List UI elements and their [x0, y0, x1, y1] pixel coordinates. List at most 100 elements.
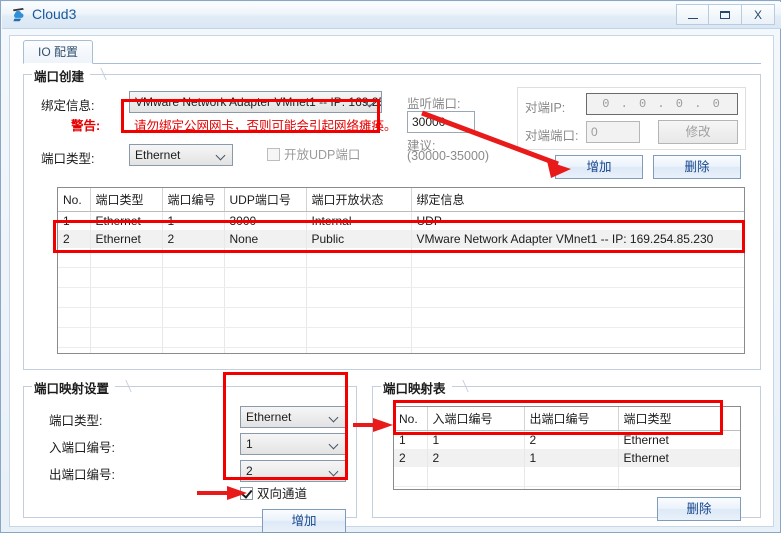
table-row[interactable]: 1 Ethernet 1 3000 Internal UDP: [58, 211, 744, 230]
window-title: Cloud3: [32, 6, 77, 22]
table-row-empty: [58, 248, 744, 268]
port-table-col-no: No.: [58, 188, 91, 212]
tab-strip: IO 配置: [23, 40, 761, 64]
out-port-combo[interactable]: 2: [240, 460, 346, 482]
binding-info-label: 绑定信息:: [41, 99, 95, 113]
mapping-delete-button[interactable]: 删除: [657, 497, 741, 521]
peer-ip-label: 对端IP:: [525, 101, 566, 115]
window-controls: X: [676, 4, 775, 25]
tab-io-config[interactable]: IO 配置: [23, 40, 94, 64]
udp-port-checkbox-label: 开放UDP端口: [284, 148, 361, 162]
cell-out: 1: [524, 449, 619, 467]
chevron-down-icon: [217, 152, 225, 157]
cell-type: Ethernet: [90, 211, 163, 230]
binding-info-combo[interactable]: VMware Network Adapter VMnet1 -- IP: 169…: [129, 91, 382, 113]
port-creation-group: 端口创建 绑定信息: VMware Network Adapter VMnet1…: [23, 66, 761, 370]
checkbox-box: [240, 487, 253, 500]
cell-no: 2: [58, 230, 91, 248]
table-row-empty: [58, 267, 744, 288]
modify-button[interactable]: 修改: [658, 120, 738, 144]
bidirectional-checkbox[interactable]: 双向通道: [240, 487, 307, 501]
mapping-col-no: No.: [394, 407, 428, 431]
warning-label: 警告:: [71, 119, 101, 133]
cell-state: Internal: [306, 211, 412, 230]
port-table-col-type: 端口类型: [90, 188, 163, 212]
suggest-range: (30000-35000): [407, 149, 490, 163]
mapping-col-in: 入端口编号: [427, 407, 525, 431]
cell-number: 2: [162, 230, 225, 248]
in-port-label: 入端口编号:: [49, 441, 115, 455]
port-creation-title: 端口创建: [32, 66, 91, 85]
mapping-table-header-row: No. 入端口编号 出端口编号 端口类型: [394, 407, 740, 431]
close-button[interactable]: X: [742, 4, 775, 25]
port-table-col-number: 端口编号: [162, 188, 225, 212]
cell-no: 1: [394, 430, 428, 449]
table-row-empty: [394, 486, 740, 489]
port-table-grid: No. 端口类型 端口编号 UDP端口号 端口开放状态 绑定信息 1 Ether…: [58, 188, 744, 353]
cell-udp: None: [224, 230, 307, 248]
cell-state: Public: [306, 230, 412, 248]
cell-in: 2: [427, 449, 525, 467]
mapping-settings-group: 端口映射设置 端口类型: Ethernet 入端口编号: 1 出端口编号: 2: [23, 378, 357, 533]
port-table-header-row: No. 端口类型 端口编号 UDP端口号 端口开放状态 绑定信息: [58, 188, 744, 212]
out-port-value: 2: [246, 464, 253, 478]
port-table-col-state: 端口开放状态: [306, 188, 412, 212]
minimize-button[interactable]: [676, 4, 709, 25]
cell-binding: VMware Network Adapter VMnet1 -- IP: 169…: [411, 230, 744, 248]
mapping-port-type-combo[interactable]: Ethernet: [240, 406, 346, 428]
out-port-label: 出端口编号:: [49, 468, 115, 482]
in-port-combo[interactable]: 1: [240, 433, 346, 455]
table-row[interactable]: 2 2 1 Ethernet: [394, 449, 740, 467]
in-port-value: 1: [246, 437, 253, 451]
cell-type: Ethernet: [618, 449, 740, 467]
table-row-empty: [394, 467, 740, 487]
cell-no: 1: [58, 211, 91, 230]
chevron-down-icon: [330, 468, 338, 473]
chevron-down-icon: [330, 414, 338, 419]
table-row[interactable]: 1 1 2 Ethernet: [394, 430, 740, 449]
mapping-table-group: 端口映射表 No. 入端口编号 出端口编号 端口类型 1 1 2 Etherne…: [372, 378, 761, 521]
bidirectional-checkbox-label: 双向通道: [257, 487, 308, 501]
udp-port-checkbox[interactable]: 开放UDP端口: [267, 148, 360, 162]
mapping-settings-title: 端口映射设置: [32, 378, 116, 397]
peer-port-input[interactable]: 0: [586, 121, 640, 143]
mapping-table-title: 端口映射表: [381, 378, 452, 397]
port-type-label: 端口类型:: [41, 152, 95, 166]
mapping-table-grid: No. 入端口编号 出端口编号 端口类型 1 1 2 Ethernet 2 2 …: [394, 407, 740, 489]
cell-type: Ethernet: [90, 230, 163, 248]
warning-text: 请勿绑定公网网卡，否则可能会引起网络瘫痪。: [134, 119, 397, 133]
cloud-icon: [10, 6, 28, 24]
peer-port-label: 对端端口:: [525, 129, 579, 143]
checkbox-box: [267, 148, 280, 161]
port-type-combo[interactable]: Ethernet: [129, 144, 233, 166]
listen-port-input[interactable]: 30000: [407, 111, 475, 133]
delete-port-button[interactable]: 删除: [653, 155, 741, 179]
port-table-col-binding: 绑定信息: [411, 188, 744, 212]
peer-ip-field[interactable]: 0 . 0 . 0 . 0: [586, 93, 738, 115]
maximize-icon: [720, 10, 730, 19]
window-frame: Cloud3 X IO 配置 端口创建 绑定信息: VMware Network…: [0, 0, 781, 533]
maximize-button[interactable]: [709, 4, 742, 25]
chevron-down-icon: [330, 441, 338, 446]
cell-type: Ethernet: [618, 430, 740, 449]
mapping-col-out: 出端口编号: [524, 407, 619, 431]
mapping-col-type: 端口类型: [618, 407, 740, 431]
cell-udp: 3000: [224, 211, 307, 230]
title-bar: Cloud3 X: [2, 2, 781, 29]
cell-binding: UDP: [411, 211, 744, 230]
application-window: Cloud3 X IO 配置 端口创建 绑定信息: VMware Network…: [0, 0, 781, 533]
port-type-value: Ethernet: [135, 148, 181, 162]
add-port-button[interactable]: 增加: [555, 155, 643, 179]
mapping-port-type-label: 端口类型:: [49, 414, 103, 428]
mapping-table[interactable]: No. 入端口编号 出端口编号 端口类型 1 1 2 Ethernet 2 2 …: [393, 406, 741, 490]
listen-port-label: 监听端口:: [407, 97, 461, 111]
mapping-add-button[interactable]: 增加: [262, 509, 346, 533]
cell-out: 2: [524, 430, 619, 449]
mapping-port-type-value: Ethernet: [246, 410, 292, 424]
chevron-down-icon: [366, 99, 374, 104]
port-table[interactable]: No. 端口类型 端口编号 UDP端口号 端口开放状态 绑定信息 1 Ether…: [57, 187, 745, 354]
table-row-empty: [58, 287, 744, 308]
table-row[interactable]: 2 Ethernet 2 None Public VMware Network …: [58, 230, 744, 248]
client-area: IO 配置 端口创建 绑定信息: VMware Network Adapter …: [9, 35, 774, 533]
port-table-col-udp: UDP端口号: [224, 188, 307, 212]
